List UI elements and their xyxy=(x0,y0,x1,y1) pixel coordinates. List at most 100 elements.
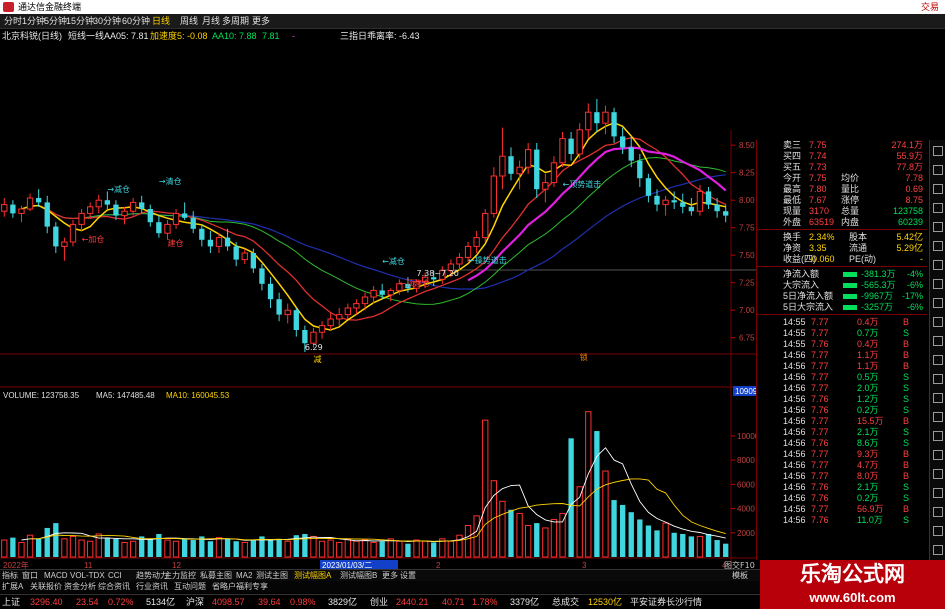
indicator-tab-13[interactable]: 设置 xyxy=(400,570,416,581)
indicator-tab-6[interactable]: 主力监控 xyxy=(164,570,196,581)
sub-bar-link[interactable]: 扩展A xyxy=(2,581,23,593)
volume-bar xyxy=(104,537,111,557)
trade-tick-row: 14:56 7.76 11.0万 S xyxy=(757,515,927,526)
toolbar-icon[interactable] xyxy=(933,469,943,479)
toolbar-icon[interactable] xyxy=(933,279,943,289)
candle-body xyxy=(259,268,265,284)
chart-annotation: →清仓 xyxy=(159,176,182,186)
trade-tick-price: 7.77 xyxy=(811,460,829,470)
volume-bar xyxy=(550,518,558,558)
indicator-tab-4[interactable]: CCI xyxy=(108,570,122,581)
toolbar-icon[interactable] xyxy=(933,184,943,194)
sub-bar-link[interactable]: 互动问题 xyxy=(174,581,206,593)
trade-tick-row: 14:56 7.77 2.0万 S xyxy=(757,383,927,394)
chart-area[interactable]: 6.75 7.00 7.25 7.50 7.75 8.00 8.25 8.50 2000 4000… xyxy=(0,42,756,597)
window-title-bar: 通达信金融终端 交易 xyxy=(0,0,945,14)
candle-body xyxy=(95,199,102,208)
chart-annotation: ←操势道击 xyxy=(468,255,507,265)
sz-index-pct: 0.98% xyxy=(290,597,316,607)
toolbar-icon[interactable] xyxy=(933,336,943,346)
toolbar-icon[interactable] xyxy=(933,412,943,422)
volume-bar xyxy=(499,500,506,558)
candle-body xyxy=(370,289,377,298)
indicator-tab-7[interactable]: 私募主图 xyxy=(200,570,232,581)
trade-tick-price: 7.77 xyxy=(811,350,829,360)
period-tab-4[interactable]: 30分钟 xyxy=(93,14,121,29)
volume-bar xyxy=(215,537,223,558)
toolbar-icon[interactable] xyxy=(933,450,943,460)
indicator-tabs: 指标 窗口 MACD VOL-TDX CCI 趋势动力 主力监控 私募主图 MA2 测试主图 测试幅… xyxy=(0,569,760,581)
indicator-tab-12[interactable]: 更多 xyxy=(382,570,398,581)
candle-body xyxy=(78,212,85,225)
toolbar-icon[interactable] xyxy=(933,526,943,536)
candle-body xyxy=(250,253,257,269)
volume-bar xyxy=(318,540,326,558)
period-tab-1[interactable]: 1分钟 xyxy=(22,14,45,29)
indicator-tab-3[interactable]: VOL-TDX xyxy=(70,570,105,581)
quote-label-2: 股本 xyxy=(849,232,868,242)
trade-tick-side: S xyxy=(903,405,910,415)
toolbar-icon[interactable] xyxy=(933,260,943,270)
toolbar-icon[interactable] xyxy=(933,355,943,365)
indicator-tab-0[interactable]: 指标 xyxy=(2,570,18,581)
period-tab-0[interactable]: 分时 xyxy=(4,14,22,29)
toolbar-icon[interactable] xyxy=(933,374,943,384)
indicator-tab-2[interactable]: MACD xyxy=(44,570,68,581)
sub-bar-link[interactable]: 资金分析 xyxy=(64,581,96,593)
period-tab-7[interactable]: 周线 xyxy=(180,14,198,29)
quote-value: -0.060 xyxy=(809,254,835,264)
toolbar-icon[interactable] xyxy=(933,146,943,156)
sub-bar-link[interactable]: 综合资讯 xyxy=(98,581,130,593)
period-tab-8[interactable]: 月线 xyxy=(202,14,220,29)
volume-bar xyxy=(241,541,248,558)
period-tab-5[interactable]: 60分钟 xyxy=(122,14,150,29)
candlestick-chart[interactable]: 6.75 7.00 7.25 7.50 7.75 8.00 8.25 8.50 2000 4000… xyxy=(0,42,756,597)
candle-body xyxy=(139,202,145,209)
indicator-name[interactable]: 短线一线 xyxy=(68,30,104,42)
candle-body xyxy=(542,182,549,190)
volume-tick-label: 6000 xyxy=(737,480,755,489)
quote-label: 今开 xyxy=(783,173,802,183)
volume-bar xyxy=(336,541,343,558)
toolbar-icon[interactable] xyxy=(933,317,943,327)
sub-bar-link[interactable]: 关联报价 xyxy=(30,581,62,593)
period-tab-9[interactable]: 多周期 xyxy=(222,14,249,29)
candle-body xyxy=(516,166,523,175)
quote-value-2: 5.29亿 xyxy=(896,243,923,253)
candle-body xyxy=(680,202,686,207)
total-value: 12530亿 xyxy=(588,597,623,607)
candle-body xyxy=(550,162,558,184)
indicator-tab-9[interactable]: 测试主图 xyxy=(256,570,288,581)
toolbar-icon[interactable] xyxy=(933,545,943,555)
toolbar-icon[interactable] xyxy=(933,488,943,498)
volume-bar xyxy=(662,522,669,558)
period-tab-10[interactable]: 更多 xyxy=(252,14,270,29)
period-tab-2[interactable]: 5分钟 xyxy=(44,14,67,29)
indicator-tab-1[interactable]: 窗口 xyxy=(22,570,38,581)
sub-bar-link[interactable]: 行业资讯 xyxy=(136,581,168,593)
quote-label-2: 涨停 xyxy=(841,195,860,205)
template-tab[interactable]: 模板 xyxy=(732,570,748,581)
indicator-tab-11[interactable]: 测试幅图B xyxy=(340,570,377,581)
candle-body xyxy=(525,149,532,168)
toolbar-icon[interactable] xyxy=(933,431,943,441)
quote-label-2: 流通 xyxy=(849,243,868,253)
indicator-tab-8[interactable]: MA2 xyxy=(236,570,252,581)
sub-bar-link[interactable]: 省略户福利专享 xyxy=(212,581,268,593)
fund-flow-label: 5日大宗流入 xyxy=(783,302,834,312)
toolbar-icon[interactable] xyxy=(933,393,943,403)
toolbar-icon[interactable] xyxy=(933,298,943,308)
toolbar-icon[interactable] xyxy=(933,222,943,232)
period-tab-3[interactable]: 15分钟 xyxy=(66,14,94,29)
trade-tick-row: 14:56 7.77 1.1万 B xyxy=(757,350,927,361)
toolbar-icon[interactable] xyxy=(933,507,943,517)
indicator-tab-10[interactable]: 测试幅图A xyxy=(294,570,331,581)
site-watermark: 乐淘公式网 www.60lt.com xyxy=(760,560,945,609)
toolbar-icon[interactable] xyxy=(933,203,943,213)
period-tab-6[interactable]: 日线 xyxy=(152,14,170,29)
candle-body xyxy=(602,111,609,124)
toolbar-icon[interactable] xyxy=(933,241,943,251)
trade-link[interactable]: 交易 xyxy=(921,0,939,14)
toolbar-icon[interactable] xyxy=(933,165,943,175)
cy-index-pct: 1.78% xyxy=(472,597,498,607)
